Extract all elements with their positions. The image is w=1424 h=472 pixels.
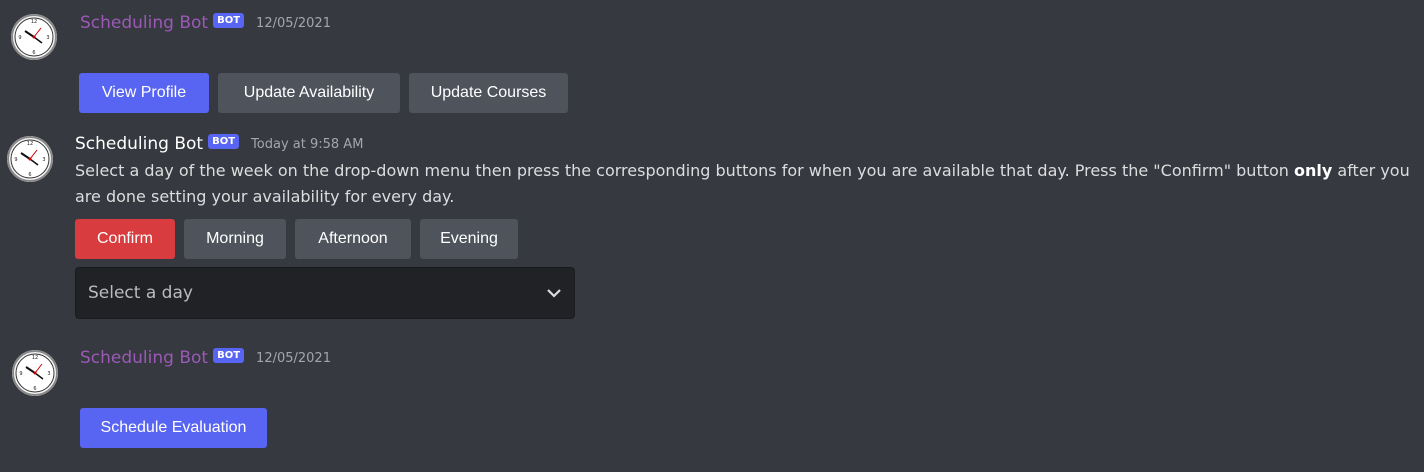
author-name[interactable]: Scheduling Bot <box>75 133 203 155</box>
message-header: Scheduling Bot BOT 12/05/2021 <box>80 12 331 34</box>
author-name[interactable]: Scheduling Bot <box>80 347 208 369</box>
bot-tag: BOT <box>213 347 245 363</box>
button-row: Schedule Evaluation <box>80 408 267 448</box>
message-text-bold: only <box>1294 161 1333 180</box>
timestamp: Today at 9:58 AM <box>251 136 364 152</box>
button-row: View Profile Update Availability Update … <box>79 73 568 113</box>
schedule-evaluation-button[interactable]: Schedule Evaluation <box>80 408 267 448</box>
message-header: Scheduling Bot BOT Today at 9:58 AM <box>75 133 363 155</box>
message-content: Select a day of the week on the drop-dow… <box>75 158 1420 210</box>
svg-text:3: 3 <box>46 35 49 41</box>
svg-text:12: 12 <box>32 355 38 361</box>
update-courses-button[interactable]: Update Courses <box>409 73 568 113</box>
clock-avatar-icon[interactable]: 12 3 6 9 <box>7 136 53 182</box>
update-availability-button[interactable]: Update Availability <box>218 73 400 113</box>
button-row: Confirm Morning Afternoon Evening <box>75 219 518 259</box>
confirm-button[interactable]: Confirm <box>75 219 175 259</box>
evening-button[interactable]: Evening <box>420 219 518 259</box>
morning-button[interactable]: Morning <box>184 219 286 259</box>
bot-tag: BOT <box>213 12 245 28</box>
timestamp: 12/05/2021 <box>256 15 331 31</box>
message-text: Select a day of the week on the drop-dow… <box>75 161 1295 180</box>
svg-text:9: 9 <box>19 371 22 377</box>
bot-tag: BOT <box>208 133 240 149</box>
svg-text:6: 6 <box>33 386 36 392</box>
svg-text:3: 3 <box>47 371 50 377</box>
svg-text:12: 12 <box>27 141 33 147</box>
clock-avatar-icon[interactable]: 12 3 6 9 <box>11 14 57 60</box>
select-placeholder: Select a day <box>88 283 193 303</box>
afternoon-button[interactable]: Afternoon <box>295 219 411 259</box>
chevron-down-icon <box>547 289 561 298</box>
author-name[interactable]: Scheduling Bot <box>80 12 208 34</box>
svg-text:9: 9 <box>14 157 17 163</box>
view-profile-button[interactable]: View Profile <box>79 73 209 113</box>
day-select-dropdown[interactable]: Select a day <box>75 267 575 319</box>
svg-text:12: 12 <box>31 19 37 25</box>
clock-avatar-icon[interactable]: 12 3 6 9 <box>12 350 58 396</box>
svg-text:9: 9 <box>18 35 21 41</box>
svg-text:6: 6 <box>32 50 35 56</box>
svg-text:6: 6 <box>28 172 31 178</box>
svg-text:3: 3 <box>42 157 45 163</box>
timestamp: 12/05/2021 <box>256 350 331 366</box>
message-header: Scheduling Bot BOT 12/05/2021 <box>80 347 331 369</box>
